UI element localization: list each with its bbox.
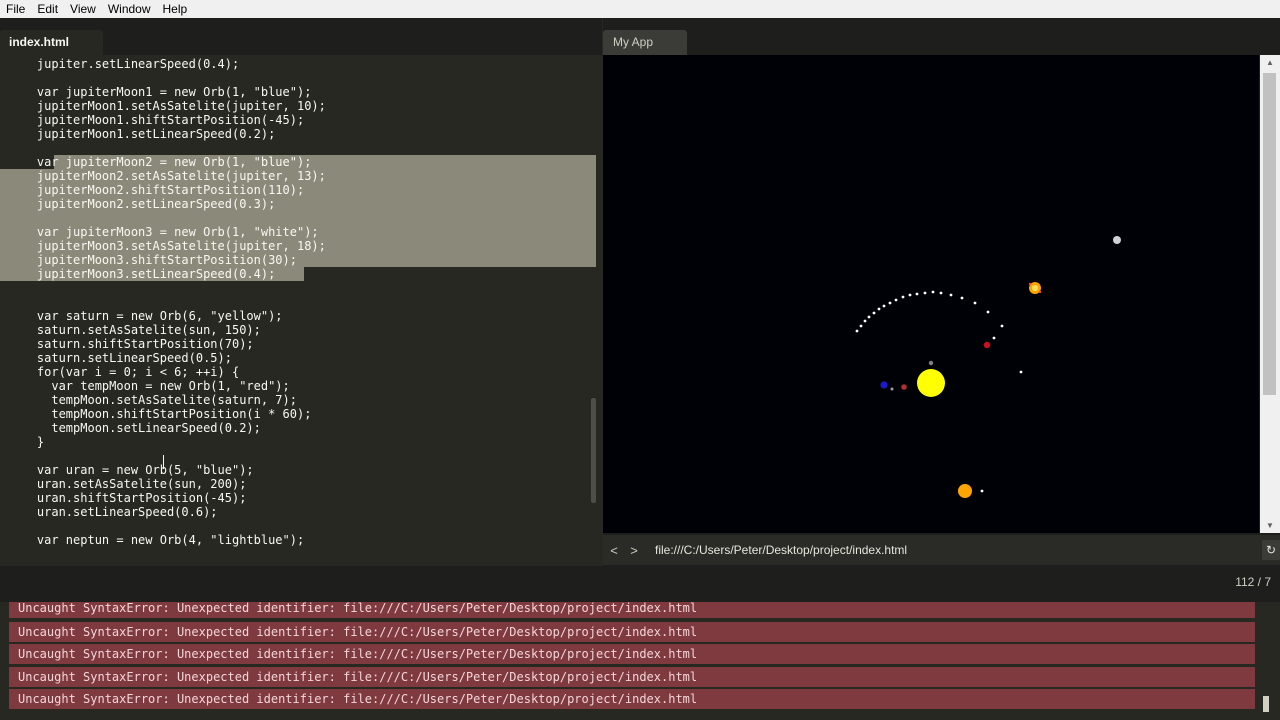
code-line[interactable]: var saturn = new Orb(6, "yellow"); bbox=[0, 309, 596, 323]
code-line[interactable]: saturn.setLinearSpeed(0.5); bbox=[0, 351, 596, 365]
code-line[interactable] bbox=[0, 141, 596, 155]
error-message[interactable]: Uncaught SyntaxError: Unexpected identif… bbox=[9, 602, 1255, 618]
code-line[interactable]: var uran = new Orb(5, "blue"); bbox=[0, 463, 596, 477]
scroll-up-icon[interactable]: ▲ bbox=[1266, 58, 1274, 67]
back-button[interactable]: < bbox=[605, 543, 623, 558]
menu-edit[interactable]: Edit bbox=[31, 0, 64, 18]
solar-system-canvas bbox=[855, 236, 1121, 498]
code-line[interactable] bbox=[0, 449, 596, 463]
distant-orb bbox=[1113, 236, 1121, 244]
mercury-orb bbox=[928, 360, 934, 366]
menu-window[interactable]: Window bbox=[102, 0, 157, 18]
error-message[interactable]: Uncaught SyntaxError: Unexpected identif… bbox=[9, 667, 1255, 687]
earth-orb bbox=[880, 381, 888, 389]
code-line[interactable]: var jupiterMoon3 = new Orb(1, "white"); bbox=[0, 225, 596, 239]
code-line[interactable]: jupiterMoon3.setLinearSpeed(0.4); bbox=[0, 267, 596, 281]
code-line[interactable]: jupiterMoon1.setAsSatelite(jupiter, 10); bbox=[0, 99, 596, 113]
editor-tab-bar: index.html bbox=[0, 18, 602, 55]
tab-index-html[interactable]: index.html bbox=[0, 30, 103, 55]
preview-pane: My App ▲ ▼ < > file:///C:/Users/Peter/De… bbox=[603, 18, 1280, 566]
point-orb bbox=[1019, 370, 1023, 374]
saturn-moon-orb bbox=[980, 489, 984, 493]
text-cursor-icon bbox=[163, 455, 165, 469]
venus-orb bbox=[901, 384, 907, 390]
code-line[interactable] bbox=[0, 295, 596, 309]
code-line[interactable]: var jupiterMoon1 = new Orb(1, "blue"); bbox=[0, 85, 596, 99]
line-counter: 112 / 7 bbox=[1235, 575, 1271, 589]
code-line[interactable]: var tempMoon = new Orb(1, "red"); bbox=[0, 379, 596, 393]
menu-file[interactable]: File bbox=[0, 0, 31, 18]
mars-orb bbox=[983, 341, 991, 349]
url-field[interactable]: file:///C:/Users/Peter/Desktop/project/i… bbox=[655, 543, 907, 557]
code-line[interactable] bbox=[0, 71, 596, 85]
code-line[interactable]: var neptun = new Orb(4, "lightblue"); bbox=[0, 533, 596, 547]
code-line[interactable]: jupiterMoon3.shiftStartPosition(30); bbox=[0, 253, 596, 267]
saturn-orb bbox=[958, 484, 972, 498]
code-line[interactable] bbox=[0, 519, 596, 533]
code-line[interactable]: var jupiterMoon2 = new Orb(1, "blue"); bbox=[0, 155, 596, 169]
code-line[interactable]: jupiterMoon3.setAsSatelite(jupiter, 18); bbox=[0, 239, 596, 253]
tab-my-app[interactable]: My App bbox=[603, 30, 687, 55]
code-line[interactable]: uran.setLinearSpeed(0.6); bbox=[0, 505, 596, 519]
code-line[interactable]: uran.shiftStartPosition(-45); bbox=[0, 491, 596, 505]
moon-orb bbox=[890, 387, 894, 391]
scroll-down-icon[interactable]: ▼ bbox=[1266, 521, 1274, 530]
code-line[interactable] bbox=[0, 211, 596, 225]
console-scrollbar[interactable] bbox=[1263, 696, 1269, 712]
code-line[interactable]: uran.setAsSatelite(sun, 200); bbox=[0, 477, 596, 491]
preview-scrollbar[interactable]: ▲ ▼ bbox=[1260, 55, 1280, 533]
jupiter-system bbox=[1028, 282, 1042, 294]
preview-scroll-thumb[interactable] bbox=[1263, 73, 1276, 395]
code-line[interactable]: saturn.shiftStartPosition(70); bbox=[0, 337, 596, 351]
error-message[interactable]: Uncaught SyntaxError: Unexpected identif… bbox=[9, 644, 1255, 664]
error-message[interactable]: Uncaught SyntaxError: Unexpected identif… bbox=[9, 622, 1255, 642]
reload-icon[interactable]: ↻ bbox=[1262, 540, 1280, 560]
app-viewport[interactable] bbox=[603, 55, 1259, 533]
code-line[interactable]: jupiterMoon1.shiftStartPosition(-45); bbox=[0, 113, 596, 127]
code-line[interactable]: saturn.setAsSatelite(sun, 150); bbox=[0, 323, 596, 337]
code-line[interactable]: jupiter.setLinearSpeed(0.4); bbox=[0, 57, 596, 71]
code-line[interactable]: tempMoon.setLinearSpeed(0.2); bbox=[0, 421, 596, 435]
error-message[interactable]: Uncaught SyntaxError: Unexpected identif… bbox=[9, 689, 1255, 709]
menu-help[interactable]: Help bbox=[157, 0, 194, 18]
editor-vertical-scrollbar[interactable] bbox=[591, 398, 596, 503]
code-line[interactable]: } bbox=[0, 435, 596, 449]
forward-button[interactable]: > bbox=[625, 543, 643, 558]
code-editor[interactable]: index.html jupiter.setLinearSpeed(0.4); … bbox=[0, 18, 602, 580]
code-line[interactable]: jupiterMoon2.shiftStartPosition(110); bbox=[0, 183, 596, 197]
menu-bar: File Edit View Window Help bbox=[0, 0, 1280, 18]
code-line[interactable]: tempMoon.setAsSatelite(saturn, 7); bbox=[0, 393, 596, 407]
error-console: Uncaught SyntaxError: Unexpected identif… bbox=[0, 602, 1280, 720]
saturn-orbit-trail bbox=[855, 290, 1004, 340]
code-line[interactable]: tempMoon.shiftStartPosition(i * 60); bbox=[0, 407, 596, 421]
status-bar: 112 / 7 bbox=[0, 566, 1280, 602]
code-line[interactable]: jupiterMoon2.setLinearSpeed(0.3); bbox=[0, 197, 596, 211]
address-bar: < > file:///C:/Users/Peter/Desktop/proje… bbox=[603, 535, 1280, 565]
menu-view[interactable]: View bbox=[64, 0, 102, 18]
code-line[interactable]: jupiterMoon2.setAsSatelite(jupiter, 13); bbox=[0, 169, 596, 183]
code-line[interactable] bbox=[0, 281, 596, 295]
code-area[interactable]: jupiter.setLinearSpeed(0.4); var jupiter… bbox=[0, 57, 596, 550]
code-line[interactable]: jupiterMoon1.setLinearSpeed(0.2); bbox=[0, 127, 596, 141]
sun-orb bbox=[917, 369, 945, 397]
code-line[interactable]: for(var i = 0; i < 6; ++i) { bbox=[0, 365, 596, 379]
